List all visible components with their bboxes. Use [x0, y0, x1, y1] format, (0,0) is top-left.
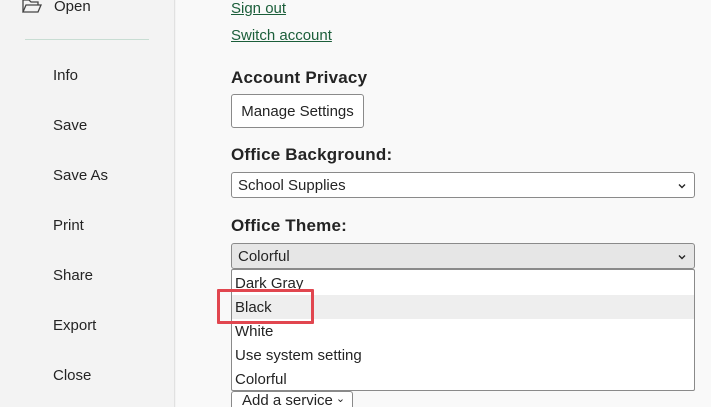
- sidebar-item-label: Share: [53, 266, 94, 284]
- sidebar-item-label: Print: [53, 216, 84, 234]
- office-background-value: School Supplies: [238, 176, 346, 194]
- backstage-sidebar: Open Info Save Save As Print Share Expor…: [0, 0, 175, 407]
- sidebar-item-label: Open: [54, 0, 91, 15]
- folder-open-icon: [22, 0, 42, 14]
- chevron-down-icon: [676, 250, 688, 262]
- theme-option-white[interactable]: White: [232, 319, 694, 343]
- theme-option-use-system-setting[interactable]: Use system setting: [232, 343, 694, 367]
- manage-settings-button[interactable]: Manage Settings: [231, 94, 364, 128]
- sidebar-item-print[interactable]: Print: [53, 214, 84, 236]
- sidebar-item-save-as[interactable]: Save As: [53, 164, 108, 186]
- chevron-down-icon: ⌄: [335, 393, 346, 405]
- sidebar-item-export[interactable]: Export: [53, 314, 96, 336]
- office-background-select[interactable]: School Supplies: [231, 172, 695, 198]
- sidebar-item-save[interactable]: Save: [53, 114, 87, 136]
- sidebar-item-open[interactable]: Open: [22, 0, 91, 18]
- sidebar-item-label: Close: [53, 366, 92, 384]
- sidebar-item-label: Save: [53, 116, 88, 134]
- theme-option-black[interactable]: Black: [232, 295, 694, 319]
- office-theme-value: Colorful: [238, 247, 290, 265]
- sidebar-item-close[interactable]: Close: [53, 364, 91, 386]
- sidebar-divider: [25, 39, 149, 40]
- sidebar-item-label: Save As: [53, 166, 109, 184]
- add-service-button[interactable]: Add a service ⌄: [231, 391, 353, 407]
- sidebar-item-info[interactable]: Info: [53, 64, 78, 86]
- sign-out-link[interactable]: Sign out: [231, 0, 286, 17]
- office-theme-dropdown: Dark Gray Black White Use system setting…: [231, 269, 695, 391]
- account-panel: Sign out Switch account Account Privacy …: [176, 0, 711, 407]
- sidebar-item-label: Export: [53, 316, 97, 334]
- theme-option-dark-gray[interactable]: Dark Gray: [232, 271, 694, 295]
- chevron-down-icon: [676, 179, 688, 191]
- office-background-heading: Office Background:: [231, 145, 393, 164]
- sidebar-item-label: Info: [53, 66, 79, 84]
- switch-account-link[interactable]: Switch account: [231, 27, 332, 44]
- theme-option-colorful[interactable]: Colorful: [232, 367, 694, 391]
- add-service-label: Add a service: [242, 392, 333, 407]
- office-theme-heading: Office Theme:: [231, 216, 347, 235]
- account-privacy-heading: Account Privacy: [231, 68, 368, 87]
- sidebar-item-share[interactable]: Share: [53, 264, 93, 286]
- office-theme-select[interactable]: Colorful: [231, 243, 695, 269]
